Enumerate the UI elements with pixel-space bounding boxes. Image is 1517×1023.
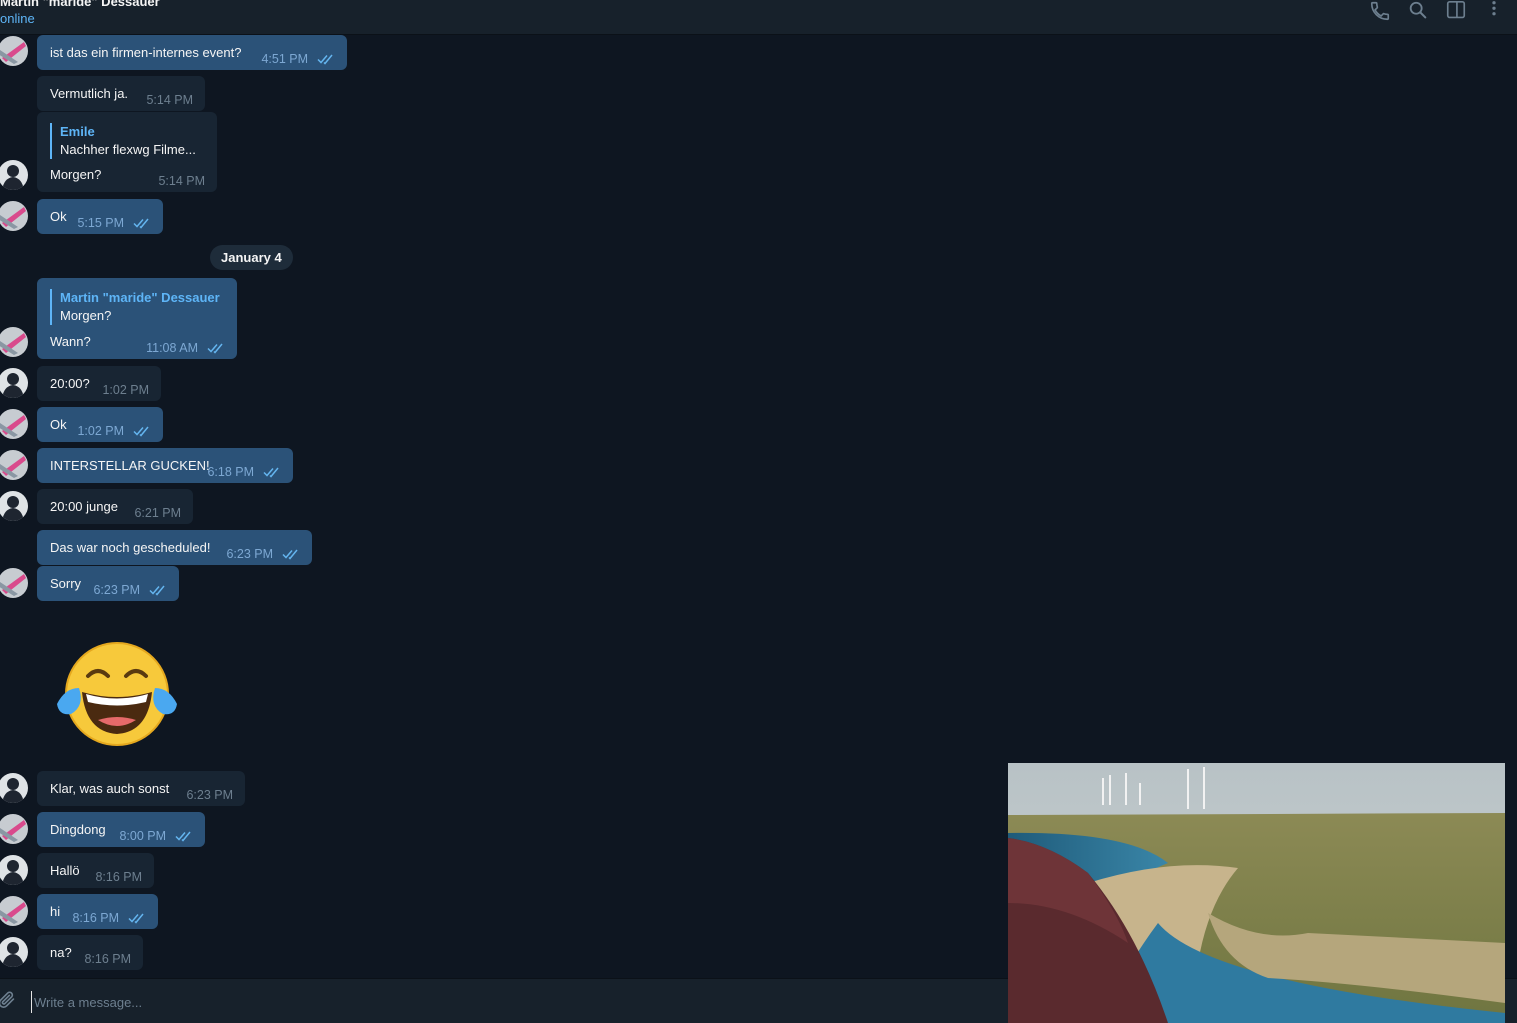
reply-text: Nachher flexwg Filme... xyxy=(60,142,196,157)
reply-preview[interactable]: Emile Nachher flexwg Filme... xyxy=(50,123,196,159)
message-text: Dingdong xyxy=(50,822,106,837)
avatar-martin[interactable] xyxy=(0,814,28,844)
message-outgoing[interactable]: Ok 5:15 PM xyxy=(37,199,163,234)
message-time: 5:14 PM xyxy=(146,93,193,107)
read-checks-icon xyxy=(128,913,144,924)
message-text: Das war noch gescheduled! xyxy=(50,540,211,555)
chat-status: online xyxy=(0,11,35,26)
reply-text: Morgen? xyxy=(60,308,112,323)
message-incoming[interactable]: Vermutlich ja. 5:14 PM xyxy=(37,76,205,111)
message-text: Ok xyxy=(50,417,67,432)
message-incoming[interactable]: Hallö 8:16 PM xyxy=(37,853,154,888)
message-time: 8:16 PM xyxy=(72,911,119,925)
reply-preview[interactable]: Martin "maride" Dessauer Morgen? xyxy=(50,289,220,325)
message-time: 6:23 PM xyxy=(226,547,273,561)
avatar-emile[interactable] xyxy=(0,773,28,803)
message-time: 5:14 PM xyxy=(158,174,205,188)
message-text: na? xyxy=(50,945,72,960)
message-outgoing[interactable]: ist das ein firmen-internes event? 4:51 … xyxy=(37,35,347,70)
avatar-emile[interactable] xyxy=(0,491,28,521)
message-outgoing[interactable]: INTERSTELLAR GUCKEN! 6:18 PM xyxy=(37,448,293,483)
message-incoming[interactable]: na? 8:16 PM xyxy=(37,935,143,970)
avatar-emile[interactable] xyxy=(0,160,28,190)
message-text: Ok xyxy=(50,209,67,224)
message-outgoing-reply[interactable]: Martin "maride" Dessauer Morgen? Wann? 1… xyxy=(37,278,237,359)
search-icon[interactable] xyxy=(1407,0,1429,22)
message-incoming-reply[interactable]: Emile Nachher flexwg Filme... Morgen? 5:… xyxy=(37,112,217,192)
message-text: Sorry xyxy=(50,576,82,591)
message-time: 11:08 AM xyxy=(146,341,198,355)
reply-author: Emile xyxy=(60,124,95,139)
message-incoming[interactable]: Klar, was auch sonst 6:23 PM xyxy=(37,771,245,806)
paperclip-icon[interactable] xyxy=(0,989,18,1011)
message-text: Klar, was auch sonst xyxy=(50,781,170,796)
avatar-martin[interactable] xyxy=(0,568,28,598)
chat-title[interactable]: Martin "maride" Dessauer xyxy=(0,0,160,9)
message-text: Morgen? xyxy=(50,167,102,182)
date-separator: January 4 xyxy=(210,245,293,270)
read-checks-icon xyxy=(149,585,165,596)
message-outgoing[interactable]: Das war noch gescheduled! 6:23 PM xyxy=(37,530,312,565)
message-text: Wann? xyxy=(50,334,91,349)
message-incoming[interactable]: 20:00 junge 6:21 PM xyxy=(37,489,193,524)
video-player[interactable] xyxy=(1008,763,1505,1023)
chat-header: Martin "maride" Dessauer online xyxy=(0,0,1517,35)
message-time: 6:18 PM xyxy=(207,465,254,479)
avatar-martin[interactable] xyxy=(0,201,28,231)
avatar-emile[interactable] xyxy=(0,855,28,885)
reply-author: Martin "maride" Dessauer xyxy=(60,290,220,305)
message-time: 6:21 PM xyxy=(134,506,181,520)
read-checks-icon xyxy=(133,426,149,437)
phone-icon[interactable] xyxy=(1369,0,1391,22)
avatar-emile[interactable] xyxy=(0,368,28,398)
message-time: 8:16 PM xyxy=(95,870,142,884)
read-checks-icon xyxy=(133,218,149,229)
message-outgoing[interactable]: Sorry 6:23 PM xyxy=(37,566,179,601)
read-checks-icon xyxy=(263,467,279,478)
message-outgoing[interactable]: hi 8:16 PM xyxy=(37,894,158,929)
message-time: 8:00 PM xyxy=(119,829,166,843)
message-time: 5:15 PM xyxy=(77,216,124,230)
read-checks-icon xyxy=(175,831,191,842)
message-text: INTERSTELLAR GUCKEN! xyxy=(50,458,210,473)
read-checks-icon xyxy=(207,343,223,354)
read-checks-icon xyxy=(317,54,333,65)
message-text: 20:00 junge xyxy=(50,499,118,514)
avatar-martin[interactable] xyxy=(0,896,28,926)
avatar-martin[interactable] xyxy=(0,409,28,439)
message-text: ist das ein firmen-internes event? xyxy=(50,45,242,60)
read-checks-icon xyxy=(282,549,298,560)
avatar-martin[interactable] xyxy=(0,450,28,480)
message-time: 4:51 PM xyxy=(261,52,308,66)
message-time: 6:23 PM xyxy=(93,583,140,597)
avatar-martin[interactable] xyxy=(0,327,28,357)
message-text: Hallö xyxy=(50,863,80,878)
message-time: 6:23 PM xyxy=(186,788,233,802)
message-time: 8:16 PM xyxy=(84,952,131,966)
message-time: 1:02 PM xyxy=(102,383,149,397)
message-outgoing[interactable]: Dingdong 8:00 PM xyxy=(37,812,205,847)
avatar-martin[interactable] xyxy=(0,36,28,66)
message-incoming[interactable]: 20:00? 1:02 PM xyxy=(37,366,161,401)
more-options-icon[interactable] xyxy=(1483,0,1505,22)
message-outgoing[interactable]: Ok 1:02 PM xyxy=(37,407,163,442)
message-input[interactable] xyxy=(31,991,936,1013)
laughing-tears-emoji-sticker[interactable] xyxy=(52,640,182,748)
message-text: Vermutlich ja. xyxy=(50,86,129,101)
sidebar-toggle-icon[interactable] xyxy=(1445,0,1467,22)
message-text: hi xyxy=(50,904,61,919)
message-time: 1:02 PM xyxy=(77,424,124,438)
message-text: 20:00? xyxy=(50,376,90,391)
avatar-emile[interactable] xyxy=(0,937,28,967)
